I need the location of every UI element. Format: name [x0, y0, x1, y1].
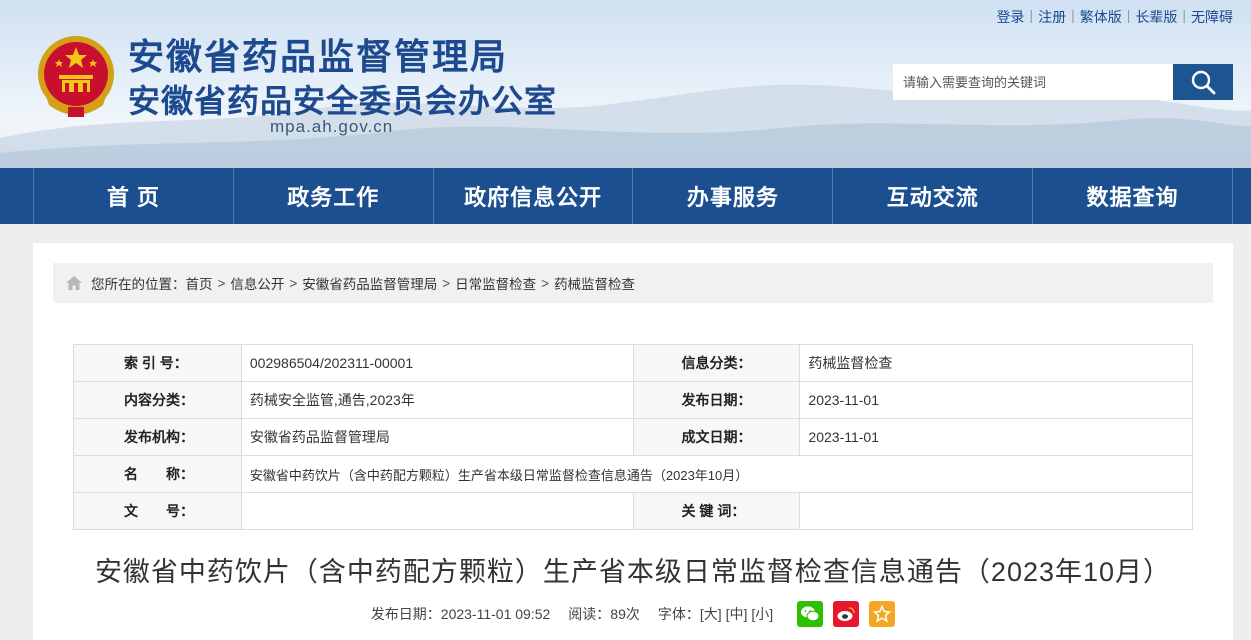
favorite-star-icon[interactable] — [869, 601, 896, 627]
breadcrumb-separator: > — [541, 275, 550, 291]
article-meta-bar: 发布日期：2023-11-01 09:52 阅读：89次 字体： [大] [中]… — [33, 601, 1233, 627]
register-link[interactable]: 注册 — [1038, 7, 1066, 27]
nav-home[interactable]: 首 页 — [33, 168, 233, 224]
created-date-value: 2023-11-01 — [799, 418, 1193, 456]
breadcrumb-item[interactable]: 药械监督检查 — [554, 273, 635, 293]
issuing-org-value: 安徽省药品监督管理局 — [240, 418, 634, 456]
breadcrumb-separator: > — [442, 275, 451, 291]
font-size-large[interactable]: [大] — [700, 604, 722, 624]
elder-version-link[interactable]: 长辈版 — [1135, 7, 1177, 27]
issuing-org-label: 发布机构： — [73, 418, 242, 456]
breadcrumb-item[interactable]: 信息公开 — [230, 273, 284, 293]
table-row: 内容分类： 药械安全监管,通告,2023年 发布日期： 2023-11-01 — [73, 381, 1193, 419]
main-nav: 首 页 政务工作 政府信息公开 办事服务 互动交流 数据查询 — [0, 168, 1251, 224]
category-value: 药械监督检查 — [799, 344, 1193, 382]
index-label: 索 引 号： — [73, 344, 242, 382]
site-title-line1: 安徽省药品监督管理局 — [128, 36, 509, 77]
breadcrumb-item[interactable]: 首页 — [186, 273, 213, 293]
publish-date-value: 2023-11-01 — [799, 381, 1193, 419]
index-value: 002986504/202311-00001 — [240, 344, 634, 382]
breadcrumb-separator: > — [217, 275, 226, 291]
nav-services[interactable]: 办事服务 — [632, 168, 832, 224]
document-metadata-table: 索 引 号： 002986504/202311-00001 信息分类： 药械监督… — [73, 344, 1194, 530]
search-button[interactable] — [1173, 64, 1233, 100]
article-date: 发布日期：2023-11-01 09:52 — [370, 606, 551, 622]
site-header: 安徽省药品监督管理局 安徽省药品安全委员会办公室 mpa.ah.gov.cn 登… — [0, 0, 1251, 168]
site-domain: mpa.ah.gov.cn — [270, 117, 394, 136]
content-category-value: 药械安全监管,通告,2023年 — [240, 381, 634, 419]
font-size-small[interactable]: [小] — [751, 604, 773, 624]
breadcrumb-separator: > — [289, 275, 298, 291]
accessibility-link[interactable]: 无障碍 — [1191, 7, 1233, 27]
separator: | — [1182, 7, 1186, 23]
keywords-value — [799, 492, 1193, 530]
document-number-value — [240, 492, 634, 530]
main-content: 您所在的位置： 首页 > 信息公开 > 安徽省药品监督管理局 > 日常监督检查 … — [33, 243, 1233, 640]
home-icon — [66, 276, 82, 290]
article-title: 安徽省中药饮片（含中药配方颗粒）生产省本级日常监督检查信息通告（2023年10月… — [94, 557, 1172, 587]
search-input[interactable] — [893, 64, 1173, 100]
traditional-chinese-link[interactable]: 繁体版 — [1080, 7, 1122, 27]
weibo-share-icon[interactable] — [833, 601, 860, 627]
top-links: 登录 | 注册 | 繁体版 | 长辈版 | 无障碍 — [996, 7, 1233, 27]
category-label: 信息分类： — [632, 344, 801, 382]
site-title-line2: 安徽省药品安全委员会办公室 — [128, 83, 558, 119]
content-category-label: 内容分类： — [73, 381, 242, 419]
nav-government-affairs[interactable]: 政务工作 — [232, 168, 433, 224]
breadcrumb-item[interactable]: 日常监督检查 — [455, 273, 536, 293]
keywords-label: 关 键 词： — [632, 492, 801, 530]
font-size-label: 字体： — [657, 606, 700, 622]
article-views: 阅读：89次 — [568, 606, 640, 622]
font-size-medium[interactable]: [中] — [726, 604, 748, 624]
separator: | — [1029, 7, 1034, 23]
table-row: 文 号： 关 键 词： — [73, 492, 1193, 530]
national-emblem-icon — [38, 36, 114, 117]
nav-interaction[interactable]: 互动交流 — [832, 168, 1032, 224]
separator: | — [1071, 7, 1075, 23]
publish-date-label: 发布日期： — [632, 381, 801, 419]
nav-data-query[interactable]: 数据查询 — [1032, 168, 1233, 224]
separator: | — [1126, 7, 1131, 23]
login-link[interactable]: 登录 — [996, 7, 1024, 27]
search-icon — [1191, 70, 1216, 95]
breadcrumb-item[interactable]: 安徽省药品监督管理局 — [302, 273, 437, 293]
table-row: 索 引 号： 002986504/202311-00001 信息分类： 药械监督… — [73, 344, 1193, 382]
breadcrumb-prefix: 您所在的位置： — [91, 277, 186, 292]
nav-information-disclosure[interactable]: 政府信息公开 — [432, 168, 633, 224]
breadcrumb: 您所在的位置： 首页 > 信息公开 > 安徽省药品监督管理局 > 日常监督检查 … — [53, 263, 1213, 303]
table-row: 名 称： 安徽省中药饮片（含中药配方颗粒）生产省本级日常监督检查信息通告（202… — [73, 455, 1194, 493]
created-date-label: 成文日期： — [632, 418, 801, 456]
wechat-share-icon[interactable] — [797, 601, 824, 627]
search-bar — [893, 64, 1233, 100]
name-label: 名 称： — [73, 455, 242, 493]
table-row: 发布机构： 安徽省药品监督管理局 成文日期： 2023-11-01 — [73, 418, 1193, 456]
document-number-label: 文 号： — [73, 492, 242, 530]
name-value: 安徽省中药饮片（含中药配方颗粒）生产省本级日常监督检查信息通告（2023年10月… — [240, 455, 1194, 493]
